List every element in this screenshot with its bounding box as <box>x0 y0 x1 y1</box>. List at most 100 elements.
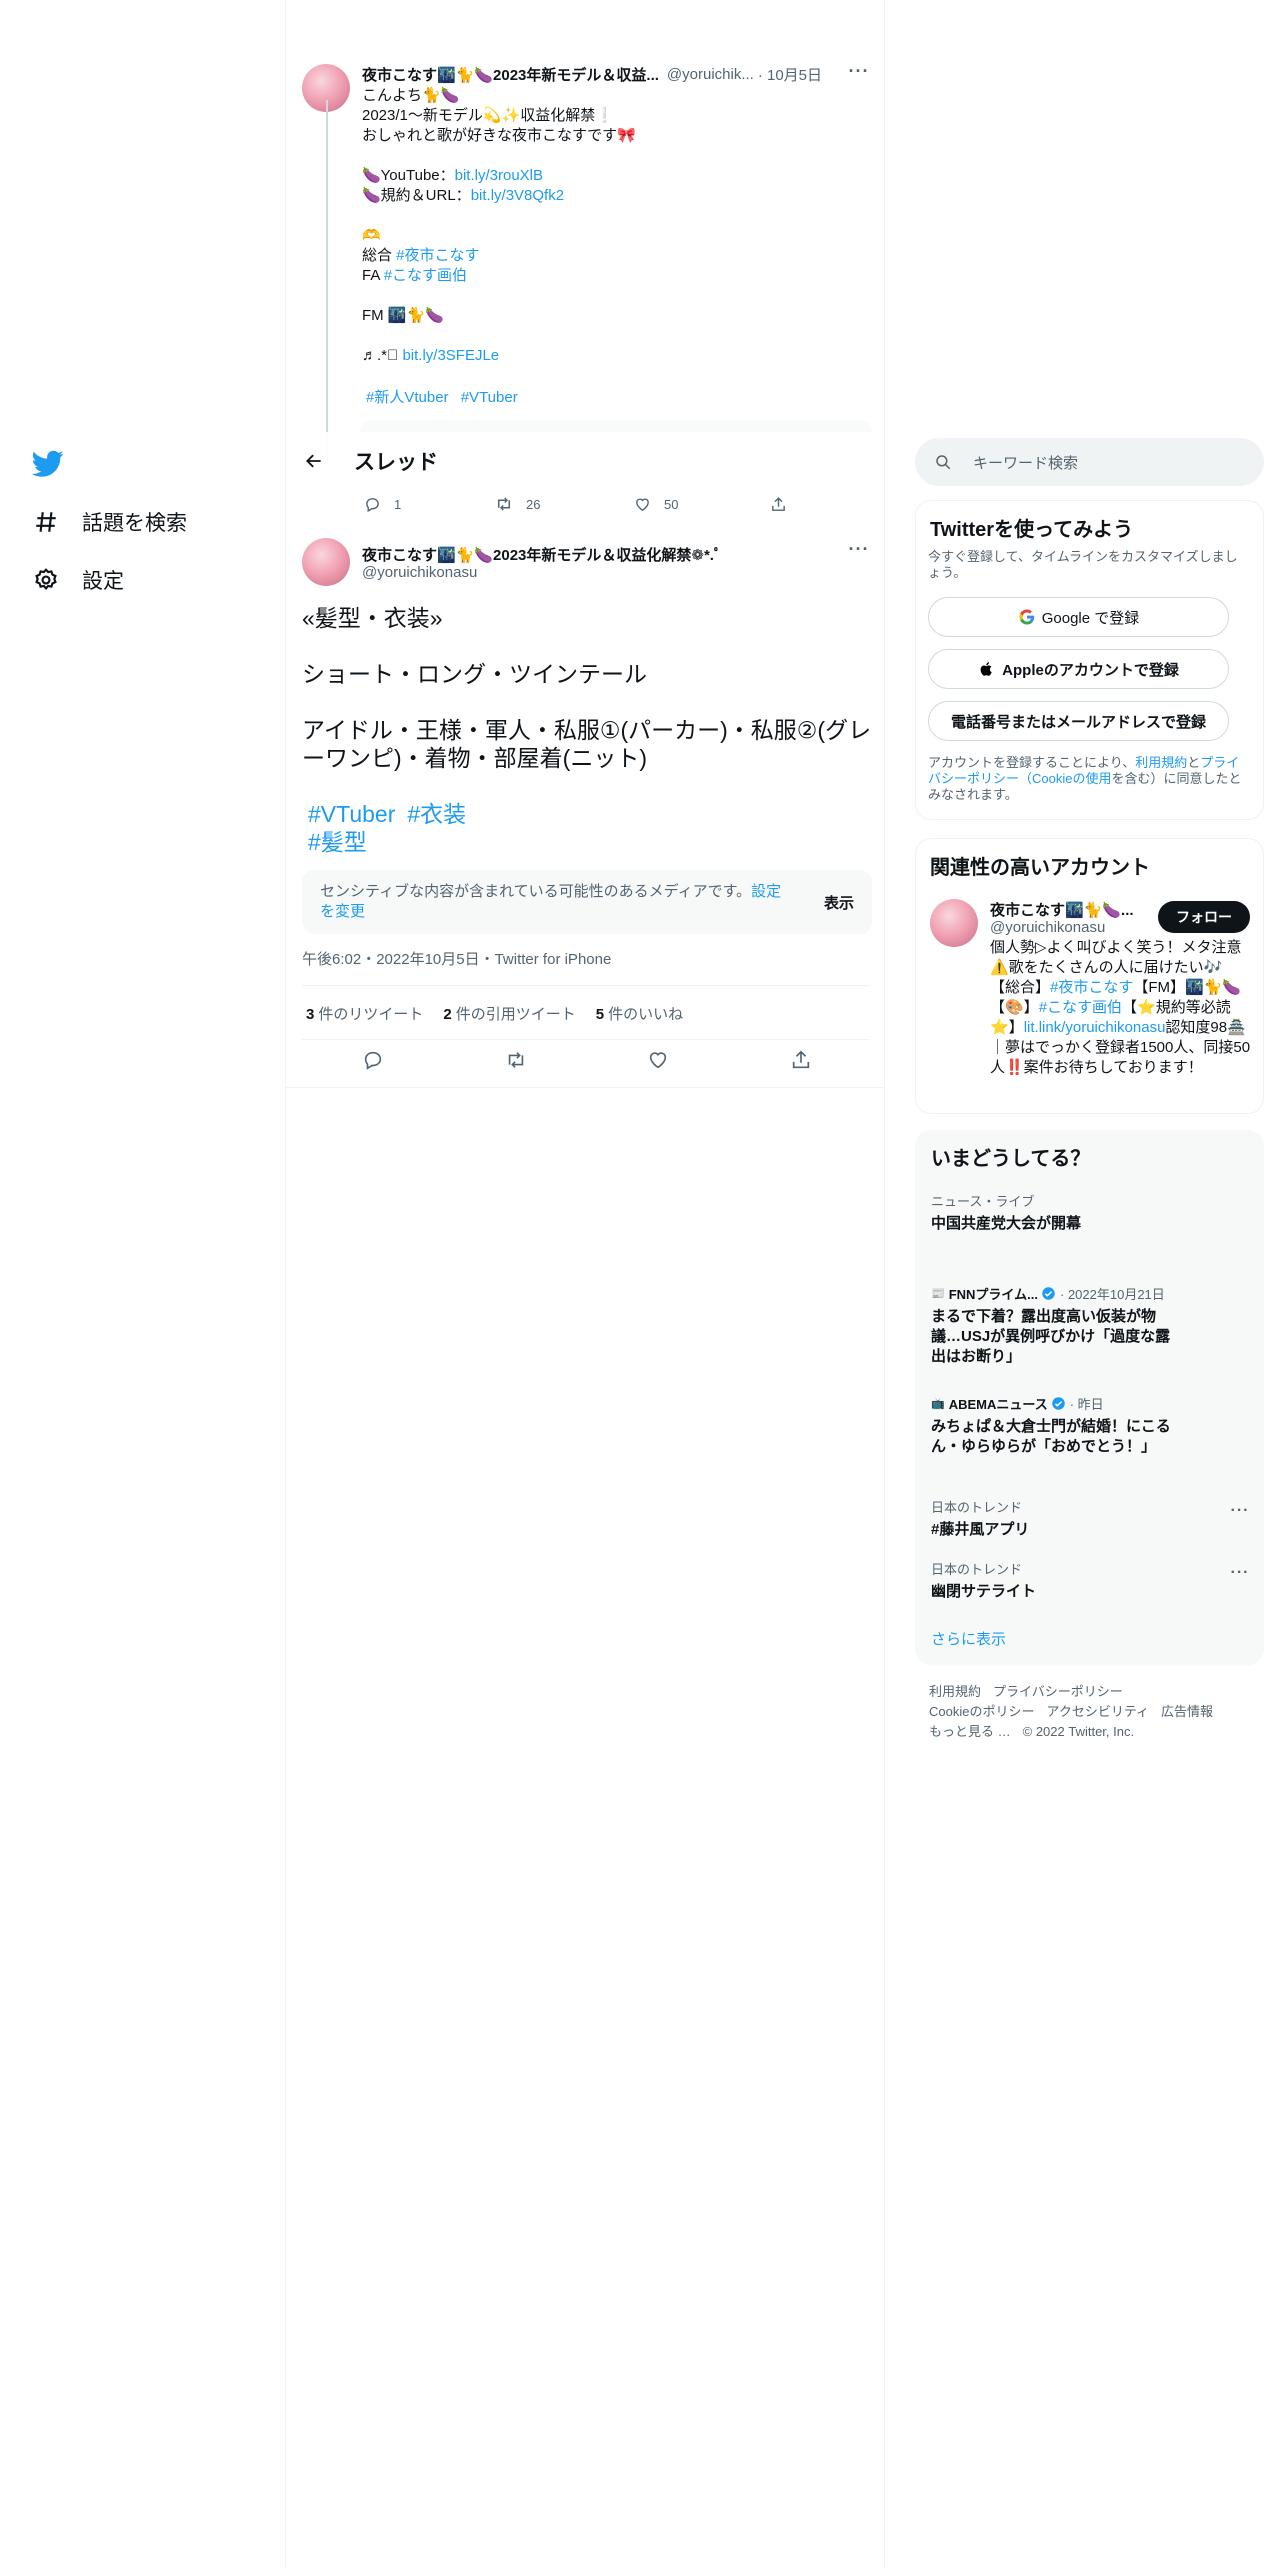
tweet-text-line: ショート・ロング・ツインテール <box>302 661 647 687</box>
search-box[interactable]: キーワード検索 <box>915 438 1264 486</box>
trends-title: いまどうしてる？ <box>931 1148 1091 1170</box>
hashtag-link[interactable]: #VTuber <box>308 801 395 827</box>
nav-explore[interactable]: 話題を検索 <box>32 502 187 542</box>
quotes-stat[interactable]: 2 件の引用ツイート <box>443 1003 575 1024</box>
more-icon[interactable]: ··· <box>848 540 870 564</box>
twitter-bird-icon[interactable] <box>31 447 64 479</box>
google-icon <box>1018 608 1036 626</box>
youtube-label: 🍆YouTube： <box>362 167 455 184</box>
avatar[interactable] <box>930 899 978 947</box>
tweet-text-line: «髪型・衣装» <box>302 605 443 631</box>
reply-button[interactable]: 1 <box>362 494 494 514</box>
reply-icon[interactable] <box>361 1048 385 1072</box>
follow-button[interactable]: フォロー <box>1158 901 1250 933</box>
trend-title: 中国共産党大会が開幕 <box>931 1215 1082 1232</box>
tweet-line: ♬.*ﾟ bit.ly/3SFEJLe <box>362 346 499 366</box>
sensitive-text: センシティブな内容が含まれている可能性のあるメディアです。設定を変更 <box>320 882 790 922</box>
footer-link[interactable]: もっと見る … <box>929 1724 1011 1739</box>
general-label: 総合 <box>362 247 397 264</box>
source-date: · 2022年10月21日 <box>1060 1287 1165 1302</box>
share-button[interactable] <box>768 494 788 514</box>
share-icon[interactable] <box>789 1048 813 1072</box>
phone-signup-button[interactable]: 電話番号またはメールアドレスで登録 <box>928 701 1229 741</box>
hashtag-link[interactable]: #VTuber <box>461 389 518 406</box>
apple-signup-button[interactable]: Appleのアカウントで登録 <box>928 649 1229 689</box>
related-bio: 個人勢▷よく叫びよく笑う！メタ注意⚠️歌をたくさんの人に届けたい🎶【総合】#夜市… <box>990 938 1252 1078</box>
left-nav: 話題を検索 設定 <box>0 0 286 2568</box>
retweet-button[interactable]: 26 <box>494 494 632 514</box>
tweet-line: FA #こなす画伯 <box>362 266 467 286</box>
hashtag-link[interactable]: #新人Vtuber <box>366 389 449 406</box>
general-hashtag-link[interactable]: #夜市こなす <box>396 247 479 264</box>
terms-link[interactable]: 利用規約 <box>1135 755 1187 770</box>
trend-item[interactable]: 📰 FNNプライム... · 2022年10月21日 まるで下着？露出度高い仮装… <box>931 1284 1171 1367</box>
footer-link[interactable]: Cookieのポリシー <box>929 1704 1034 1719</box>
tweet-date[interactable]: · 10月5日 <box>758 64 822 85</box>
related-name[interactable]: 夜市こなす🌃🐈🍆... <box>990 899 1152 920</box>
hashtag-link[interactable]: #髪型 <box>308 829 367 855</box>
retweets-stat[interactable]: 3 件のリツイート <box>306 1003 423 1024</box>
youtube-link[interactable]: bit.ly/3rouXlB <box>455 167 543 184</box>
search-input[interactable]: キーワード検索 <box>973 452 1078 473</box>
related-handle[interactable]: @yoruichikonasu <box>990 919 1105 936</box>
nav-settings[interactable]: 設定 <box>32 560 124 600</box>
hashtag-link[interactable]: #衣装 <box>407 801 466 827</box>
tweet-line: 総合 #夜市こなす <box>362 246 480 266</box>
author-handle[interactable]: @yoruichikonasu <box>362 564 477 581</box>
profile-link[interactable]: lit.link/yoruichikonasu <box>1024 1019 1166 1036</box>
source-name: ABEMAニュース <box>948 1397 1048 1412</box>
trend-item[interactable]: ニュース・ライブ 中国共産党大会が開幕 <box>931 1194 1231 1234</box>
sensitive-media-notice: センシティブな内容が含まれている可能性のあるメディアです。設定を変更 表示 <box>302 870 872 934</box>
fa-label: FA <box>362 267 384 284</box>
show-more-link[interactable]: さらに表示 <box>931 1628 1006 1649</box>
avatar[interactable] <box>302 538 350 586</box>
show-media-button[interactable]: 表示 <box>824 892 854 913</box>
tweet-timestamp[interactable]: 午後6:02・2022年10月5日・Twitter for iPhone <box>302 948 611 969</box>
more-icon[interactable]: ··· <box>848 62 870 86</box>
heart-icon <box>632 494 652 514</box>
more-icon[interactable]: ··· <box>1230 1502 1250 1520</box>
verified-badge-icon <box>1041 1286 1056 1301</box>
signup-title: Twitterを使ってみよう <box>930 519 1134 541</box>
retweet-count: 26 <box>526 496 541 512</box>
tweet-line: 🍆YouTube：bit.ly/3rouXlB <box>362 166 543 186</box>
retweet-icon[interactable] <box>504 1048 528 1072</box>
search-icon <box>933 452 953 472</box>
heart-icon[interactable] <box>646 1048 670 1072</box>
copyright: © 2022 Twitter, Inc. <box>1022 1724 1135 1739</box>
like-button[interactable]: 50 <box>632 494 768 514</box>
footer-link[interactable]: 広告情報 <box>1161 1704 1213 1719</box>
footer-link[interactable]: プライバシーポリシー <box>993 1684 1123 1699</box>
author-name[interactable]: 夜市こなす🌃🐈🍆2023年新モデル＆収益化解禁❁*.ﾟ <box>362 544 802 565</box>
hashtag-link[interactable]: #夜市こなす <box>1050 979 1133 996</box>
like-count: 50 <box>664 496 679 512</box>
terms-link[interactable]: bit.ly/3V8Qfk2 <box>471 187 564 204</box>
phone-signup-label: 電話番号またはメールアドレスで登録 <box>950 713 1206 731</box>
footer-link[interactable]: アクセシビリティ <box>1046 1704 1149 1719</box>
trend-item[interactable]: 📺 ABEMAニュース · 昨日 みちょぱ＆大倉士門が結婚！にこるん・ゆらゆらが… <box>931 1394 1171 1457</box>
trend-item[interactable]: 日本のトレンド #藤井風アプリ <box>931 1500 1231 1540</box>
author-handle[interactable]: @yoruichik... <box>667 66 754 83</box>
google-signup-label: Google で登録 <box>1041 609 1140 627</box>
footer-link[interactable]: 利用規約 <box>929 1684 981 1699</box>
tweet-line: こんよち🐈🍆 <box>362 87 460 104</box>
abema-logo-icon: 📺 <box>931 1398 945 1410</box>
google-signup-button[interactable]: Google で登録 <box>928 597 1229 637</box>
back-arrow-icon[interactable] <box>296 443 332 479</box>
trend-source: 📰 FNNプライム... · 2022年10月21日 <box>931 1284 1171 1303</box>
gear-icon <box>32 566 60 594</box>
reply-icon <box>362 494 382 514</box>
more-icon[interactable]: ··· <box>1230 1564 1250 1582</box>
music-link[interactable]: bit.ly/3SFEJLe <box>402 347 499 364</box>
likes-stat[interactable]: 5 件のいいね <box>596 1003 683 1024</box>
reply-count: 1 <box>394 496 402 512</box>
trend-title: 幽閉サテライト <box>931 1583 1037 1600</box>
signup-subtitle: 今すぐ登録して、タイムラインをカスタマイズしましょう。 <box>928 549 1238 580</box>
author-name[interactable]: 夜市こなす🌃🐈🍆2023年新モデル＆収益... <box>362 64 659 85</box>
legal-text: アカウントを登録することにより、 <box>928 755 1136 770</box>
parent-tweet-header: 夜市こなす🌃🐈🍆2023年新モデル＆収益... @yoruichik... · … <box>362 64 872 85</box>
fa-hashtag-link[interactable]: #こなす画伯 <box>384 267 467 284</box>
trend-item[interactable]: 日本のトレンド 幽閉サテライト <box>931 1562 1231 1602</box>
hashtag-link[interactable]: #こなす画伯 <box>1039 999 1122 1016</box>
thread-connector <box>326 100 328 460</box>
